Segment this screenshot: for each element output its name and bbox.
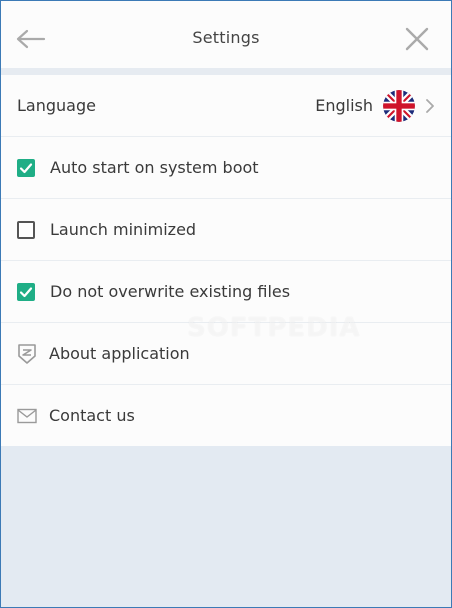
language-row[interactable]: Language English <box>1 75 451 137</box>
option-no-overwrite[interactable]: Do not overwrite existing files <box>1 261 451 323</box>
about-application-row[interactable]: About application <box>1 323 451 385</box>
settings-window: Settings Language English Auto start on … <box>0 0 452 608</box>
option-auto-start[interactable]: Auto start on system boot <box>1 137 451 199</box>
checkmark-icon <box>19 162 33 173</box>
chevron-right-icon <box>425 98 435 113</box>
no-overwrite-checkbox[interactable] <box>17 282 35 301</box>
checkmark-icon <box>19 286 33 297</box>
no-overwrite-label: Do not overwrite existing files <box>50 282 291 301</box>
contact-us-label: Contact us <box>49 406 135 425</box>
contact-us-row[interactable]: Contact us <box>1 385 451 446</box>
settings-list: Language English Auto start on system bo… <box>1 75 451 446</box>
about-application-label: About application <box>49 344 190 363</box>
auto-start-checkbox[interactable] <box>17 158 35 177</box>
header-divider <box>1 68 451 75</box>
launch-minimized-label: Launch minimized <box>50 220 197 239</box>
header: Settings <box>1 1 451 68</box>
language-label: Language <box>17 96 96 115</box>
close-icon <box>405 27 429 51</box>
envelope-icon <box>17 406 37 426</box>
auto-start-label: Auto start on system boot <box>50 158 259 177</box>
shield-logo-icon <box>17 343 37 364</box>
close-button[interactable] <box>399 21 435 57</box>
option-launch-minimized[interactable]: Launch minimized <box>1 199 451 261</box>
language-value: English <box>315 96 373 115</box>
page-title: Settings <box>192 28 260 47</box>
language-selector[interactable]: English <box>315 89 435 122</box>
uk-flag-icon <box>383 89 415 122</box>
launch-minimized-checkbox[interactable] <box>17 220 35 239</box>
